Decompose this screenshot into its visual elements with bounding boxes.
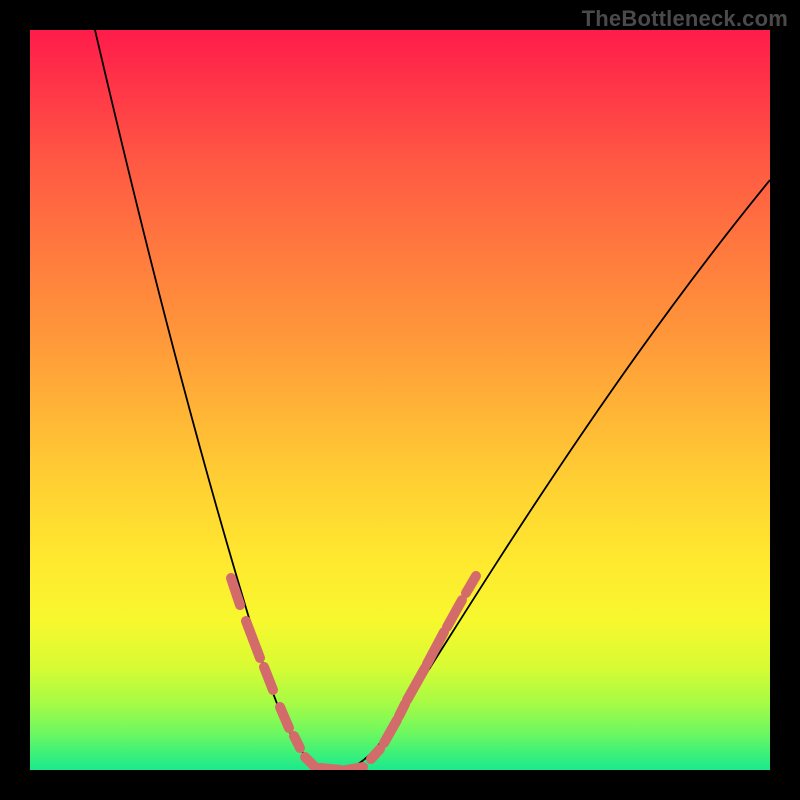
bead-seg (294, 736, 300, 748)
bead-seg (246, 621, 260, 658)
bead-seg (280, 707, 289, 728)
outer-frame: TheBottleneck.com (0, 0, 800, 800)
bead-seg (384, 720, 397, 743)
bead-seg (346, 767, 363, 770)
bead-seg (399, 704, 405, 716)
bead-seg (264, 667, 273, 690)
chart-svg (30, 30, 770, 770)
watermark-text: TheBottleneck.com (582, 6, 788, 32)
bead-overlay (231, 576, 476, 770)
bead-seg (320, 768, 341, 770)
bead-seg (371, 749, 380, 759)
bead-seg (466, 576, 476, 593)
bead-seg (407, 668, 425, 700)
bead-seg (447, 600, 462, 627)
bead-seg (305, 757, 314, 766)
plot-area (30, 30, 770, 770)
